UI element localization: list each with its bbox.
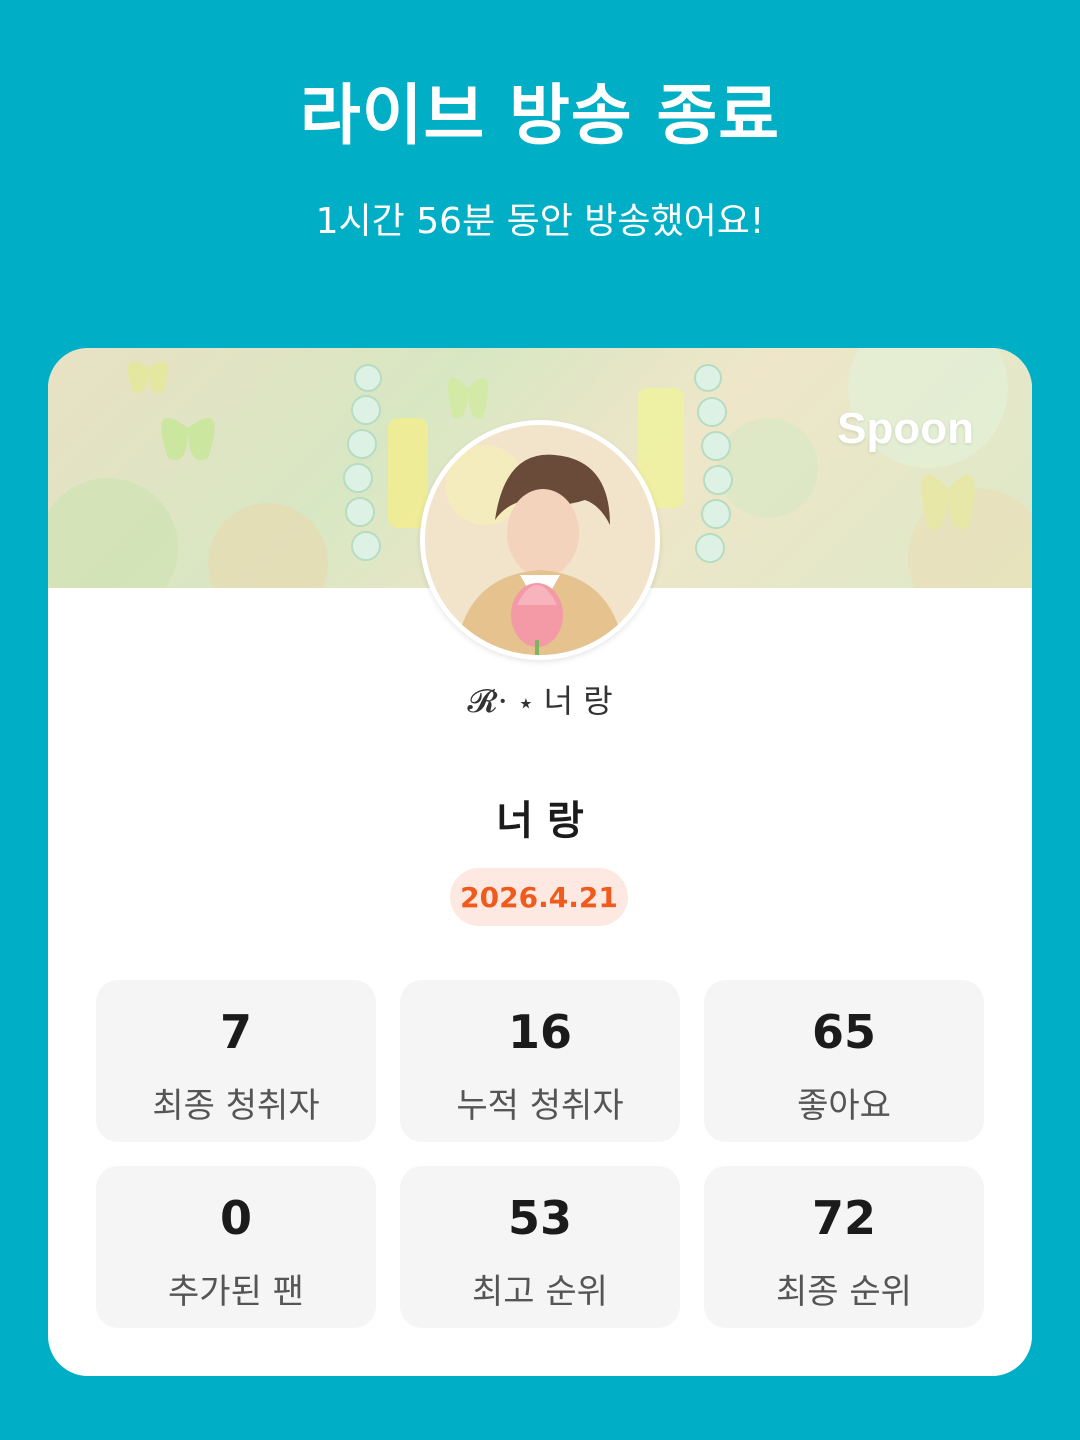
stat-new-fans: 0 추가된 팬 [96,1166,376,1328]
stats-grid: 7 최종 청취자 16 누적 청취자 65 좋아요 0 추가된 팬 53 최고 … [96,980,984,1328]
summary-card: Spoon 𝓡⋅ ⋆ 너 랑 너 랑 2026.4.21 7 최종 청취자 16… [48,348,1032,1376]
stat-likes: 65 좋아요 [704,980,984,1142]
host-name: 너 랑 [496,798,584,844]
stat-value: 0 [219,1191,252,1245]
stat-highest-rank: 53 최고 순위 [400,1166,680,1328]
stat-final-listeners: 7 최종 청취자 [96,980,376,1142]
stat-label: 최종 청취자 [152,1086,320,1126]
stat-label: 최고 순위 [472,1272,608,1312]
stat-value: 16 [507,1005,572,1059]
broadcast-duration-text: 1시간 56분 동안 방송했어요! [315,201,765,242]
stat-label: 최종 순위 [776,1272,912,1312]
host-avatar [420,420,660,660]
page-title: 라이브 방송 종료 [300,77,780,154]
stat-label: 좋아요 [797,1086,891,1126]
broadcast-date-badge: 2026.4.21 [450,868,628,926]
stat-total-listeners: 16 누적 청취자 [400,980,680,1142]
stat-label: 누적 청취자 [456,1086,624,1126]
stat-value: 65 [811,1005,876,1059]
stat-value: 53 [507,1191,572,1245]
brand-logo: Spoon [837,404,974,453]
stat-final-rank: 72 최종 순위 [704,1166,984,1328]
stat-value: 72 [811,1191,876,1245]
stat-value: 7 [219,1005,252,1059]
stat-label: 추가된 팬 [168,1272,304,1312]
broadcast-summary-page: 라이브 방송 종료 1시간 56분 동안 방송했어요! Spoon 𝓡⋅ ⋆ 너… [0,0,1080,1440]
room-subtitle: 𝓡⋅ ⋆ 너 랑 [467,682,613,720]
